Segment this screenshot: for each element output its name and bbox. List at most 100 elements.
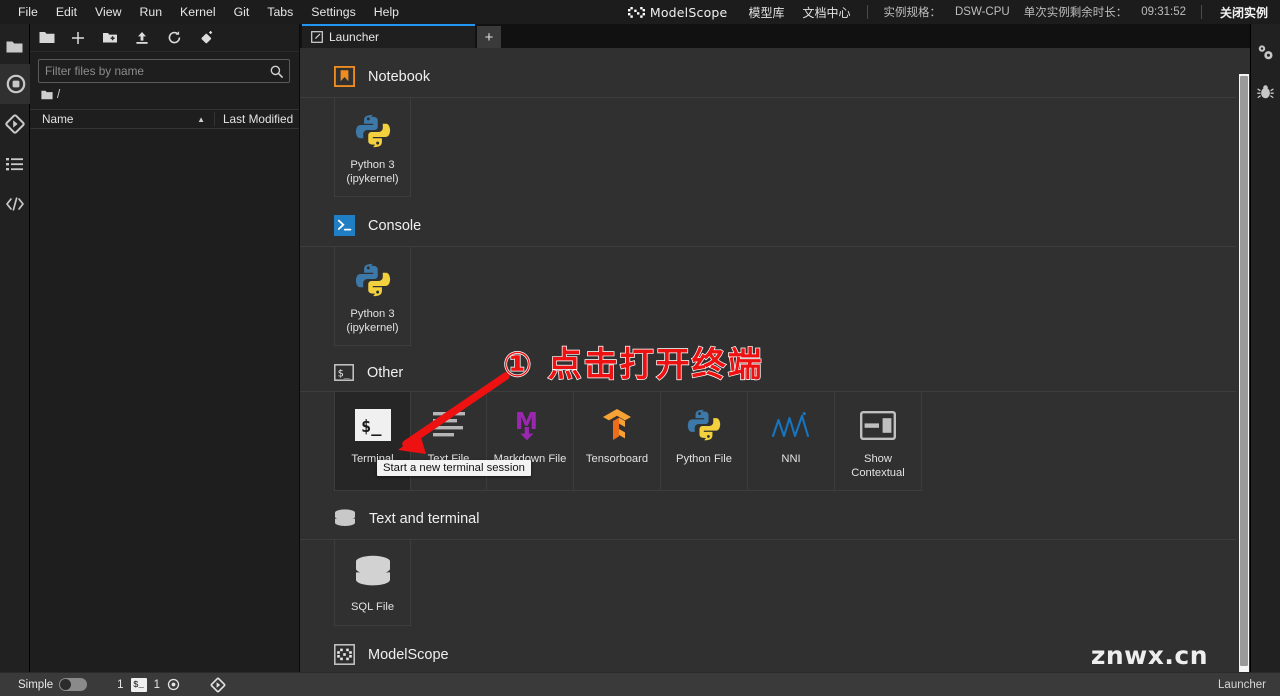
modelscope-nav-model-library[interactable]: 模型库 [739,4,793,21]
new-folder-button[interactable] [94,25,126,51]
svg-text:$_: $_ [338,368,351,379]
right-activity-rail [1250,24,1280,672]
terminal-count[interactable]: 1 [154,679,160,691]
simple-mode-toggle[interactable] [59,678,88,691]
file-list[interactable] [30,129,299,629]
launcher-section-text-and-terminal: Text and terminal SQL File [300,491,1236,626]
launcher-card-tensorboard[interactable]: Tensorboard [573,392,661,491]
column-name[interactable]: Name ▲ [30,112,214,126]
status-bar: Simple 1 $_ 1 Launcher [0,672,1280,696]
list-icon [6,158,23,171]
menu-edit[interactable]: Edit [47,2,86,22]
watermark-text: znwx.cn [1090,641,1208,670]
launcher-cards-console: Python 3 (ipykernel) [300,246,1236,346]
close-instance-button[interactable]: 关闭实例 [1210,4,1280,21]
menu-kernel[interactable]: Kernel [171,2,225,22]
section-title-modelscope: ModelScope [368,646,449,663]
menu-git[interactable]: Git [225,2,259,22]
nni-icon [771,405,811,445]
launcher-content: Notebook Python 3 (ipykernel) Console Py… [300,48,1236,672]
card-label-line2: (ipykernel) [346,173,399,185]
status-bar-context-label: Launcher [1218,678,1266,691]
circle-stop-icon [6,74,25,94]
section-header-console: Console [300,197,1236,246]
annotation-text: ① 点击打开终端 [502,344,764,385]
menu-view[interactable]: View [86,2,130,22]
modelscope-icon [334,644,355,665]
sidebar-item-table-of-contents[interactable] [0,144,30,184]
menu-file[interactable]: File [9,2,47,22]
folder-icon [41,90,53,100]
card-label-line1: Tensorboard [585,453,649,465]
card-label-line1: Python File [676,453,732,465]
launcher-card-label: Python File [676,452,732,466]
card-label-line1: Python 3 [350,159,395,171]
section-header-notebook: Notebook [300,48,1236,97]
section-header-text-and-terminal: Text and terminal [300,491,1236,539]
section-title-notebook: Notebook [368,68,431,85]
left-activity-rail [0,24,30,672]
launcher-card-label: Python 3 (ipykernel) [346,307,398,335]
launcher-scrollbar[interactable] [1239,74,1249,672]
sidebar-item-running-sessions[interactable] [0,64,30,104]
add-tab-button[interactable]: + [477,26,501,48]
launcher-card-python-file[interactable]: Python File [660,392,748,491]
dock-tab-bar: Launcher + [300,24,1250,48]
scrollbar-thumb[interactable] [1240,76,1248,666]
menu-settings[interactable]: Settings [302,2,364,22]
terminal-tooltip: Start a new terminal session [377,460,531,476]
new-checkpoint-button[interactable] [190,25,222,51]
console-icon [334,215,355,236]
bug-icon [1257,84,1274,98]
file-browser-panel: / Name ▲ Last Modified [30,24,300,672]
launcher-card-label: Tensorboard [586,452,648,466]
new-launcher-button[interactable] [62,25,94,51]
launcher-card-python3-console[interactable]: Python 3 (ipykernel) [334,247,411,346]
menu-run[interactable]: Run [130,2,171,22]
divider [867,5,869,19]
contextual-help-icon [860,405,896,445]
git-checkpoint-icon [200,31,212,44]
database-icon [354,553,392,593]
python-icon [354,260,392,300]
search-input[interactable] [45,64,270,78]
column-last-modified-label: Last Modified [223,112,294,126]
target-icon[interactable] [167,678,180,691]
menu-help[interactable]: Help [365,2,408,22]
file-list-column-header: Name ▲ Last Modified [30,109,299,129]
terminal-icon: $_ [334,364,354,381]
git-diamond-icon [210,677,226,692]
section-title-text-and-terminal: Text and terminal [369,511,480,527]
menu-tabs[interactable]: Tabs [258,2,302,22]
launcher-card-python3-notebook[interactable]: Python 3 (ipykernel) [334,98,411,197]
launcher-card-nni[interactable]: NNI [747,392,835,491]
refresh-button[interactable] [158,25,190,51]
file-filter-box[interactable] [38,59,290,83]
sidebar-item-file-browser[interactable] [0,30,30,64]
svg-text:$_: $_ [361,417,382,437]
launcher-card-show-contextual-help[interactable]: Show Contextual [834,392,922,491]
launcher-card-sql-file[interactable]: SQL File [334,540,411,626]
sidebar-item-property-inspector[interactable] [1251,32,1280,72]
card-label-line1: Show [864,453,892,465]
sidebar-item-debugger[interactable] [1251,72,1280,112]
sort-ascending-icon: ▲ [197,114,205,124]
kernel-count[interactable]: 1 [117,679,123,691]
refresh-icon [168,31,180,44]
upload-icon [136,31,148,44]
instance-spec-label: 实例规格： [883,7,941,19]
upload-button[interactable] [126,25,158,51]
breadcrumb[interactable]: / [30,83,299,103]
menu-bar: File Edit View Run Kernel Git Tabs Setti… [0,0,740,24]
tab-launcher[interactable]: Launcher [302,24,475,48]
modelscope-nav-doc-center[interactable]: 文档中心 [793,4,859,21]
column-last-modified[interactable]: Last Modified [214,112,299,126]
tab-launcher-label: Launcher [329,30,380,44]
launcher-card-label: Python 3 (ipykernel) [346,158,398,186]
instance-spec-value: DSW-CPU [954,6,1010,18]
sidebar-item-extension-manager[interactable] [0,184,30,224]
sidebar-item-git[interactable] [0,104,30,144]
folder-icon [6,41,23,53]
simple-mode-toggle-group[interactable]: Simple [0,678,88,691]
git-status-icon[interactable] [180,677,226,693]
